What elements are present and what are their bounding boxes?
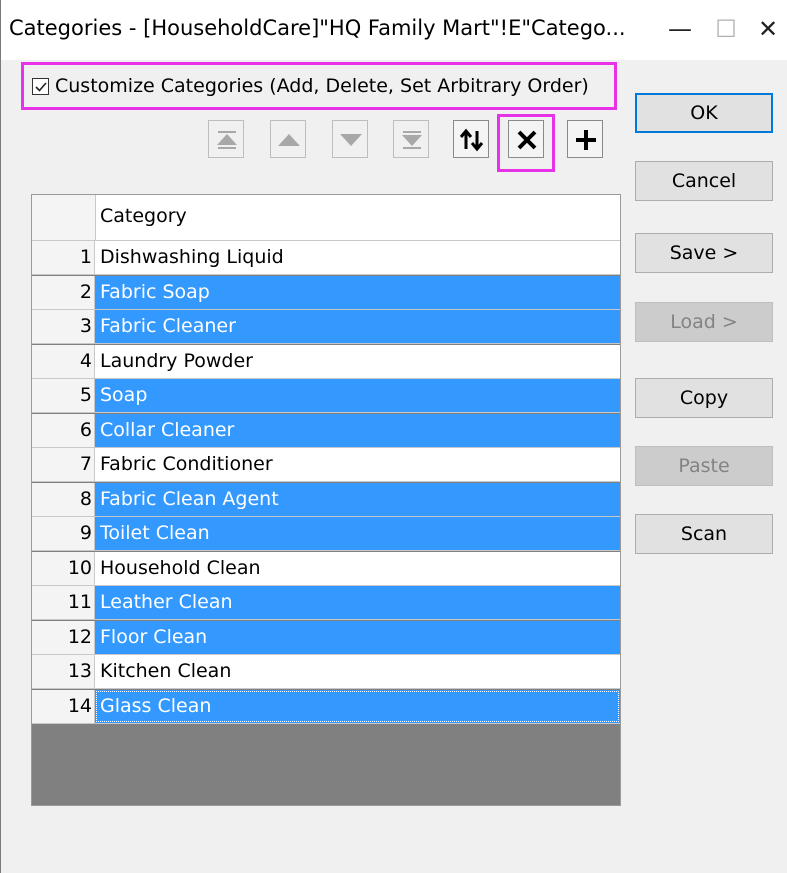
delete-button-highlight <box>497 114 555 172</box>
table-row[interactable]: 1 Dishwashing Liquid <box>32 241 620 275</box>
category-cell[interactable]: Fabric Conditioner <box>95 448 620 481</box>
table-row[interactable]: 3 Fabric Cleaner <box>32 310 620 344</box>
window-title: Categories - [HouseholdCare]"HQ Family M… <box>9 16 626 40</box>
category-cell[interactable]: Household Clean <box>95 551 620 585</box>
save-button[interactable]: Save > <box>635 233 773 273</box>
table-row[interactable]: 2 Fabric Soap <box>32 275 620 310</box>
table-row[interactable]: 7 Fabric Conditioner <box>32 448 620 482</box>
row-number[interactable]: 2 <box>32 275 95 309</box>
categories-dialog: Categories - [HouseholdCare]"HQ Family M… <box>0 0 787 873</box>
row-number[interactable]: 6 <box>32 413 95 447</box>
grid-header: Category <box>32 195 620 241</box>
ok-button[interactable]: OK <box>635 93 773 133</box>
move-to-bottom-button[interactable] <box>393 120 429 158</box>
table-row[interactable]: 11 Leather Clean <box>32 586 620 620</box>
row-number[interactable]: 1 <box>32 241 95 274</box>
category-cell[interactable]: Fabric Cleaner <box>95 310 620 343</box>
close-button[interactable]: ✕ <box>751 14 785 44</box>
copy-button[interactable]: Copy <box>635 378 773 418</box>
category-cell[interactable]: Glass Clean <box>95 689 620 723</box>
row-number[interactable]: 11 <box>32 586 95 619</box>
table-row[interactable]: 9 Toilet Clean <box>32 517 620 551</box>
category-cell[interactable]: Soap <box>95 379 620 412</box>
move-down-button[interactable] <box>332 120 368 158</box>
move-up-button[interactable] <box>270 120 306 158</box>
category-cell[interactable]: Kitchen Clean <box>95 655 620 688</box>
row-number[interactable]: 10 <box>32 551 95 585</box>
move-to-bottom-icon <box>402 131 422 149</box>
add-icon <box>576 130 596 150</box>
category-column-header[interactable]: Category <box>100 205 187 227</box>
category-cell[interactable]: Toilet Clean <box>95 517 620 550</box>
category-cell[interactable]: Dishwashing Liquid <box>95 241 620 274</box>
checkmark-icon <box>35 82 47 92</box>
category-cell[interactable]: Laundry Powder <box>95 344 620 378</box>
table-row[interactable]: 6 Collar Cleaner <box>32 413 620 448</box>
move-to-top-icon <box>217 131 237 149</box>
sort-button[interactable] <box>453 120 489 158</box>
table-row[interactable]: 8 Fabric Clean Agent <box>32 482 620 517</box>
customize-checkbox[interactable] <box>32 78 49 95</box>
add-button[interactable] <box>567 120 603 158</box>
row-number[interactable]: 3 <box>32 310 95 343</box>
minimize-button[interactable]: — <box>663 14 697 44</box>
row-number[interactable]: 14 <box>32 689 95 723</box>
table-row[interactable]: 5 Soap <box>32 379 620 413</box>
paste-button[interactable]: Paste <box>635 446 773 486</box>
category-cell[interactable]: Leather Clean <box>95 586 620 619</box>
cancel-button[interactable]: Cancel <box>635 161 773 201</box>
row-number[interactable]: 8 <box>32 482 95 516</box>
move-down-icon <box>340 134 362 146</box>
row-number[interactable]: 4 <box>32 344 95 378</box>
move-up-icon <box>278 134 300 146</box>
category-cell[interactable]: Floor Clean <box>95 620 620 654</box>
table-row[interactable]: 10 Household Clean <box>32 551 620 586</box>
title-bar: Categories - [HouseholdCare]"HQ Family M… <box>1 0 787 60</box>
customize-categories-highlight: Customize Categories (Add, Delete, Set A… <box>21 62 617 110</box>
category-cell[interactable]: Fabric Clean Agent <box>95 482 620 516</box>
row-number[interactable]: 7 <box>32 448 95 481</box>
table-row[interactable]: 13 Kitchen Clean <box>32 655 620 689</box>
table-row[interactable]: 14 Glass Clean <box>32 689 620 724</box>
table-row[interactable]: 12 Floor Clean <box>32 620 620 655</box>
category-cell[interactable]: Collar Cleaner <box>95 413 620 447</box>
row-number[interactable]: 9 <box>32 517 95 550</box>
scan-button[interactable]: Scan <box>635 514 773 554</box>
load-button[interactable]: Load > <box>635 302 773 342</box>
category-grid[interactable]: Category 1 Dishwashing Liquid 2 Fabric Soap… <box>31 194 621 806</box>
table-row[interactable]: 4 Laundry Powder <box>32 344 620 379</box>
sort-icon <box>459 128 484 152</box>
grid-corner-cell[interactable] <box>32 195 96 240</box>
row-number[interactable]: 5 <box>32 379 95 412</box>
customize-categories-label[interactable]: Customize Categories (Add, Delete, Set A… <box>55 75 589 97</box>
row-number[interactable]: 12 <box>32 620 95 654</box>
category-cell[interactable]: Fabric Soap <box>95 275 620 309</box>
move-to-top-button[interactable] <box>208 120 244 158</box>
row-number[interactable]: 13 <box>32 655 95 688</box>
maximize-button: ☐ <box>715 15 737 43</box>
